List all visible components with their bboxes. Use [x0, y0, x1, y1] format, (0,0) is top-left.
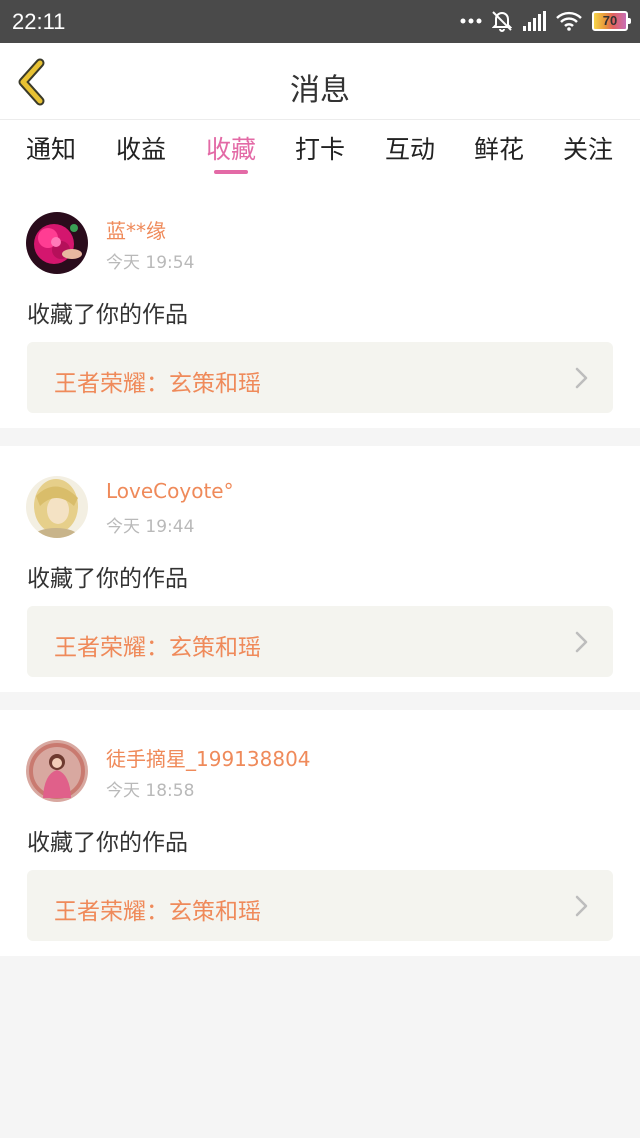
- tab-interaction[interactable]: 互动: [385, 130, 435, 166]
- avatar[interactable]: [26, 740, 88, 802]
- more-dots-icon: [460, 18, 482, 24]
- page-title: 消息: [290, 73, 350, 108]
- timestamp: 今天 19:54: [106, 253, 195, 273]
- username[interactable]: LoveCoyote°: [106, 479, 234, 503]
- signal-icon: [523, 11, 546, 31]
- tab-favorites[interactable]: 收藏: [206, 130, 256, 166]
- message-card: LoveCoyote° 今天 19:44 收藏了你的作品 王者荣耀：玄策和瑶: [0, 446, 640, 692]
- message-card: 蓝**缘 今天 19:54 收藏了你的作品 王者荣耀：玄策和瑶: [0, 182, 640, 428]
- battery-level: 70: [602, 13, 618, 28]
- username[interactable]: 徒手摘星_199138804: [106, 743, 311, 772]
- tab-notifications[interactable]: 通知: [26, 130, 76, 166]
- status-bar: 22:11 70: [0, 0, 640, 43]
- tab-flowers[interactable]: 鲜花: [474, 130, 524, 166]
- chevron-right-icon: [575, 631, 588, 653]
- notification-muted-icon: [492, 11, 512, 32]
- status-time: 22:11: [12, 9, 66, 34]
- chevron-right-icon: [575, 367, 588, 389]
- work-title: 王者荣耀：玄策和瑶: [54, 635, 261, 661]
- active-tab-indicator: [214, 170, 248, 174]
- work-link[interactable]: 王者荣耀：玄策和瑶: [27, 342, 613, 413]
- header: 消息: [0, 43, 640, 120]
- avatar[interactable]: [26, 212, 88, 274]
- tab-earnings[interactable]: 收益: [116, 130, 166, 166]
- work-title: 王者荣耀：玄策和瑶: [54, 899, 261, 925]
- tab-bar: 通知 收益 收藏 打卡 互动 鲜花 关注: [0, 120, 640, 182]
- username[interactable]: 蓝**缘: [106, 215, 166, 244]
- avatar[interactable]: [26, 476, 88, 538]
- message-card: 徒手摘星_199138804 今天 18:58 收藏了你的作品 王者荣耀：玄策和…: [0, 710, 640, 956]
- timestamp: 今天 18:58: [106, 781, 195, 801]
- tab-follow[interactable]: 关注: [563, 130, 613, 166]
- work-link[interactable]: 王者荣耀：玄策和瑶: [27, 606, 613, 677]
- tab-checkin[interactable]: 打卡: [295, 130, 345, 166]
- wifi-icon: [556, 11, 582, 31]
- action-text: 收藏了你的作品: [27, 566, 188, 592]
- action-text: 收藏了你的作品: [27, 830, 188, 856]
- action-text: 收藏了你的作品: [27, 302, 188, 328]
- work-link[interactable]: 王者荣耀：玄策和瑶: [27, 870, 613, 941]
- timestamp: 今天 19:44: [106, 517, 195, 537]
- status-icons: 70: [460, 8, 631, 34]
- battery-icon: 70: [592, 11, 631, 31]
- work-title: 王者荣耀：玄策和瑶: [54, 371, 261, 397]
- chevron-right-icon: [575, 895, 588, 917]
